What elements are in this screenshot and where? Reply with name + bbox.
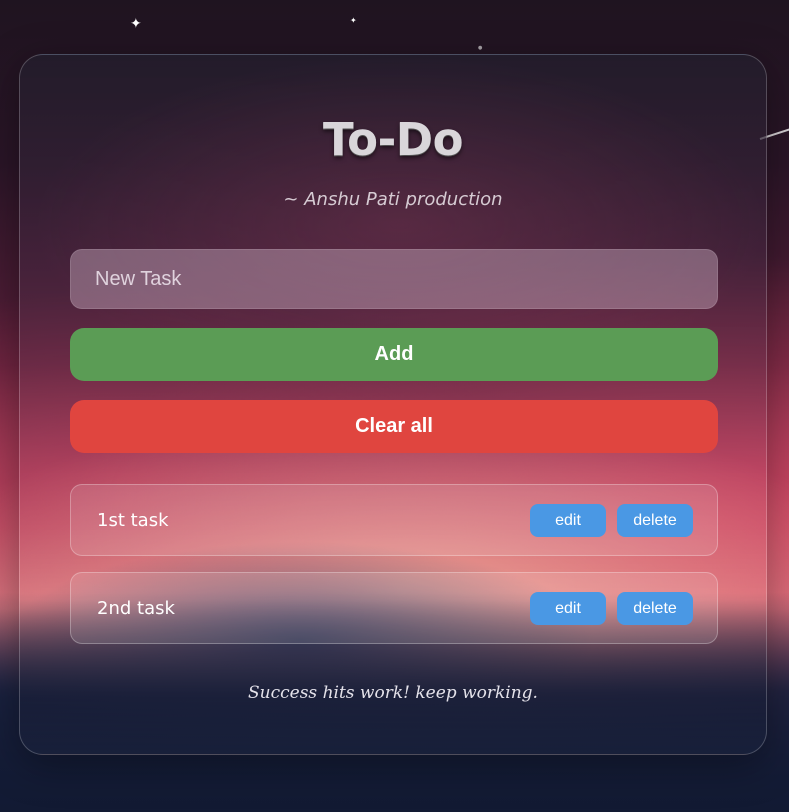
task-text: 2nd task: [97, 598, 175, 619]
app-title: To-Do: [322, 113, 464, 166]
edit-button[interactable]: edit: [530, 592, 606, 625]
task-item: 1st task edit delete: [70, 484, 718, 556]
footer-motto: Success hits work! keep working.: [248, 683, 538, 703]
task-item: 2nd task edit delete: [70, 572, 718, 644]
edit-button[interactable]: edit: [530, 504, 606, 537]
todo-card: To-Do ~ Anshu Pati production Add Clear …: [19, 54, 767, 755]
new-task-input[interactable]: [70, 249, 718, 309]
add-button[interactable]: Add: [70, 328, 718, 381]
clear-all-button[interactable]: Clear all: [70, 400, 718, 453]
task-list: 1st task edit delete 2nd task edit delet…: [70, 484, 718, 660]
delete-button[interactable]: delete: [617, 592, 693, 625]
delete-button[interactable]: delete: [617, 504, 693, 537]
star-icon: ●: [478, 45, 483, 51]
star-icon: ✦: [130, 16, 142, 32]
star-icon: ✦: [350, 16, 357, 25]
app-subtitle: ~ Anshu Pati production: [283, 189, 503, 210]
task-text: 1st task: [97, 510, 169, 531]
